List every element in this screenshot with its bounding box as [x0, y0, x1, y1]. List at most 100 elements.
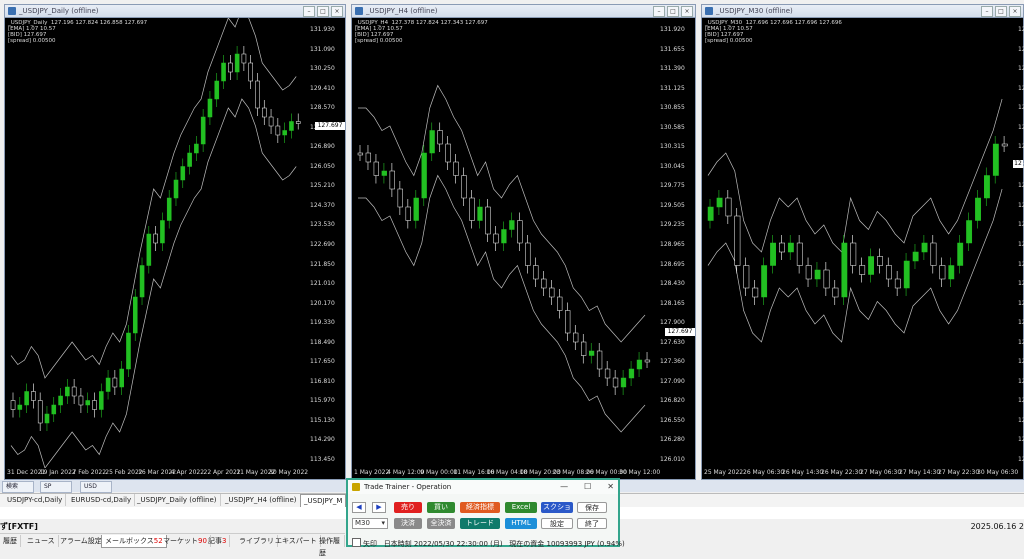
candle-body [146, 233, 152, 266]
candle-body [421, 152, 427, 199]
price-tick: 119.330 [310, 319, 335, 327]
excel-button[interactable]: Excel [505, 502, 537, 513]
screenshot-button[interactable]: スクショ [541, 502, 573, 513]
candle-body [78, 395, 84, 406]
close-icon[interactable]: × [1009, 6, 1021, 17]
candle-body [160, 220, 165, 244]
candlestick-chart[interactable] [5, 18, 307, 468]
candle-body [453, 161, 459, 176]
trade-trainer-panel[interactable]: Trade Trainer - Operation — ☐ ✕ ◀ ▶ 売り 買い … [346, 478, 625, 548]
terminal-tab-mailbox[interactable]: メールボックス52 [101, 535, 167, 548]
chart-tab[interactable]: _USDJPY_H4 (offline) [222, 494, 301, 506]
arrow-checkbox[interactable] [352, 538, 361, 547]
panel-title: Trade Trainer - Operation [364, 483, 452, 491]
chart-tab[interactable]: USDJPY-cd,Daily [4, 494, 67, 506]
price-tick: 12 [1018, 397, 1024, 405]
price-tick: 121.850 [310, 260, 335, 268]
terminal-tab-experts[interactable]: エキスパート [272, 535, 321, 547]
price-tick: 131.930 [310, 26, 335, 33]
economic-indicator-button[interactable]: 経済指標 [460, 502, 500, 513]
panel-titlebar[interactable]: Trade Trainer - Operation — ☐ ✕ [348, 480, 618, 494]
timeframe-select[interactable]: M30 ▾ [352, 518, 388, 529]
chart-icon [8, 7, 16, 15]
settle-all-button[interactable]: 全決済 [427, 518, 455, 529]
terminal-date: 2025.06.16 2 [970, 522, 1024, 531]
minimize-icon[interactable]: – [303, 6, 315, 17]
price-tick: 12 [1018, 123, 1024, 131]
minimized-window[interactable]: SP [40, 481, 72, 493]
candle-body [429, 130, 435, 154]
app-icon [352, 483, 360, 491]
candle-body [105, 377, 111, 392]
trade-button[interactable]: トレード [460, 518, 500, 529]
chart-tab-active[interactable]: _USDJPY_M [300, 494, 347, 507]
window-titlebar[interactable]: _USDJPY_H4 (offline) – □ × [352, 5, 695, 18]
window-titlebar[interactable]: _USDJPY_Daily (offline) – □ × [5, 5, 345, 18]
candle-body [903, 260, 910, 289]
candle-body [859, 265, 866, 275]
candle-body [207, 98, 213, 118]
close-icon[interactable]: × [681, 6, 693, 17]
price-axis: 12 12 12 12 12 12 12 12 12 12 12 12 12 12 12 12 12 12 12 12… [1013, 18, 1024, 467]
time-tick: 30 May 2022 [269, 469, 309, 476]
candle-body [877, 256, 883, 266]
price-tick: 12 [1018, 299, 1024, 307]
window-titlebar[interactable]: _USDJPY_M30 (offline) – □ × [702, 5, 1023, 18]
candle-body [295, 121, 301, 124]
price-tick: 117.650 [310, 358, 335, 366]
html-button[interactable]: HTML [505, 518, 537, 529]
price-tick: 121.010 [310, 280, 335, 288]
chart-window-h4[interactable]: _USDJPY_H4 (offline) – □ × 131.920 131.655 1… [351, 4, 696, 480]
price-tick: 126.890 [310, 143, 335, 151]
candlestick-chart[interactable] [352, 18, 657, 468]
quit-button[interactable]: 終了 [577, 518, 607, 529]
price-tick: 128.695 [660, 260, 685, 268]
time-tick: 26 May 22:30 [821, 469, 863, 476]
terminal-tab-news[interactable]: ニュース [24, 535, 59, 547]
close-icon[interactable]: × [331, 6, 343, 17]
candlestick-chart[interactable] [702, 18, 1015, 468]
candle-body [841, 242, 848, 298]
minimize-icon[interactable]: – [653, 6, 665, 17]
candle-body [92, 400, 97, 410]
maximize-icon[interactable]: □ [317, 6, 329, 17]
maximize-icon[interactable]: ☐ [584, 480, 591, 494]
candle-body [24, 391, 29, 406]
time-tick: 30 May 06:30 [977, 469, 1019, 476]
candle-body [445, 143, 451, 163]
chart-tab[interactable]: EURUSD-cd,Daily [68, 494, 136, 506]
maximize-icon[interactable]: □ [667, 6, 679, 17]
candle-body [533, 265, 539, 280]
minimized-window[interactable]: USD [80, 481, 112, 493]
time-tick: 4 May 12:00 [387, 469, 425, 476]
candle-body [58, 395, 63, 406]
price-tick: 12 [1018, 260, 1024, 268]
candle-body [461, 175, 467, 199]
candle-body [644, 359, 651, 363]
sell-button[interactable]: 売り [394, 502, 422, 513]
terminal-tab-articles[interactable]: 記事3 [205, 535, 231, 547]
chart-window-m30[interactable]: _USDJPY_M30 (offline) – □ × 12 12 12 12 12 12 12… [701, 4, 1024, 480]
settle-button[interactable]: 決済 [394, 518, 422, 529]
chart-tab[interactable]: _USDJPY_Daily (offline) [134, 494, 221, 506]
price-tick: 122.690 [310, 241, 335, 248]
terminal-tab-journal[interactable]: 操作履歴 [316, 535, 345, 557]
minimize-icon[interactable]: — [560, 480, 568, 494]
current-price-tag: 127.697 [665, 328, 695, 336]
close-icon[interactable]: ✕ [607, 480, 614, 494]
chart-window-daily[interactable]: _USDJPY_Daily (offline) – □ × 131.930 131.0… [4, 4, 346, 480]
next-bar-button[interactable]: ▶ [372, 502, 386, 513]
minimized-window[interactable]: 検索 [2, 481, 34, 493]
candle-body [173, 179, 179, 199]
minimize-icon[interactable]: – [981, 6, 993, 17]
price-tick: 12 [1018, 143, 1024, 151]
buy-button[interactable]: 買い [427, 502, 455, 513]
terminal-tab-history[interactable]: 履歴 [0, 535, 21, 547]
prev-bar-button[interactable]: ◀ [352, 502, 366, 513]
terminal-tab-market[interactable]: マーケット90 [160, 535, 211, 547]
maximize-icon[interactable]: □ [995, 6, 1007, 17]
save-button[interactable]: 保存 [577, 502, 607, 513]
terminal-tab-alerts[interactable]: アラーム設定 [57, 535, 106, 547]
settings-button[interactable]: 設定 [541, 518, 573, 529]
price-tick: 12 [1018, 358, 1024, 366]
